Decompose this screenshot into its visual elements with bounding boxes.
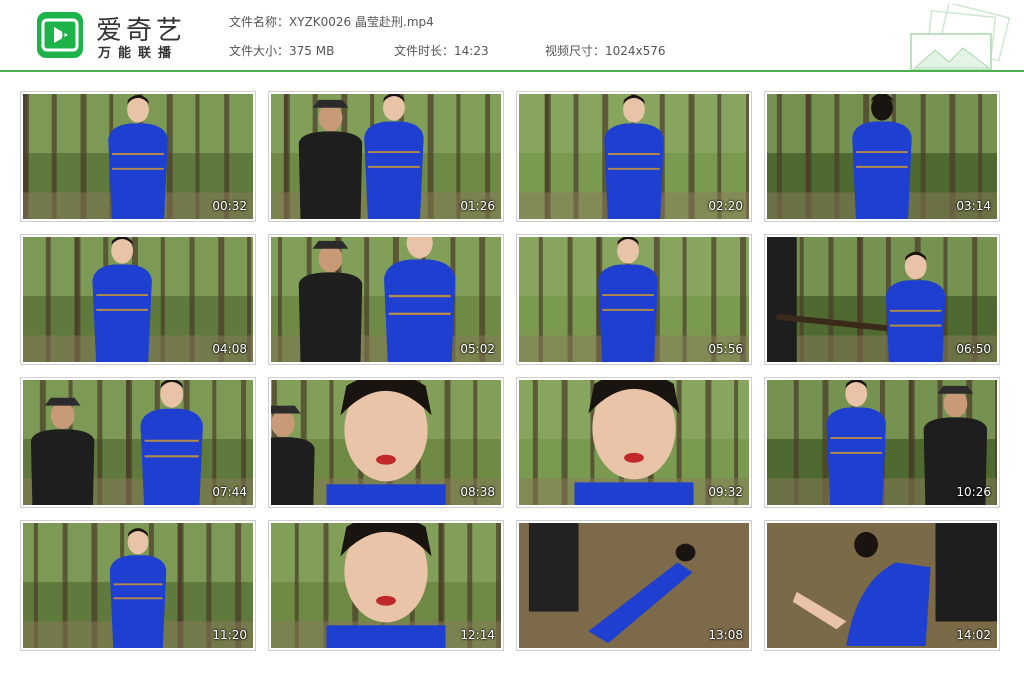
file-size-info: 文件大小：375 MB	[229, 42, 334, 59]
file-name-label: 文件名称：	[229, 15, 290, 29]
thumbnail-frame: 12:14	[271, 523, 501, 648]
timestamp-label: 02:20	[708, 199, 743, 213]
video-thumbnail[interactable]: 11:20	[20, 520, 256, 651]
video-thumbnail[interactable]: 10:26	[764, 377, 1000, 508]
header-divider	[0, 70, 1024, 72]
timestamp-label: 09:32	[708, 485, 743, 499]
video-thumbnail[interactable]: 06:50	[764, 234, 1000, 365]
video-thumbnail[interactable]: 05:56	[516, 234, 752, 365]
thumbnail-frame: 08:38	[271, 380, 501, 505]
timestamp-label: 05:56	[708, 342, 743, 356]
dimensions-info: 视频尺寸：1024x576	[545, 42, 666, 59]
dimensions-value: 1024x576	[605, 44, 666, 58]
video-thumbnail[interactable]: 00:32	[20, 91, 256, 222]
thumbnail-frame: 00:32	[23, 94, 253, 219]
video-thumbnail[interactable]: 08:38	[268, 377, 504, 508]
video-thumbnail[interactable]: 03:14	[764, 91, 1000, 222]
video-thumbnail[interactable]: 01:26	[268, 91, 504, 222]
thumbnail-frame: 06:50	[767, 237, 997, 362]
thumbnail-frame: 04:08	[23, 237, 253, 362]
timestamp-label: 10:26	[956, 485, 991, 499]
video-thumbnail[interactable]: 07:44	[20, 377, 256, 508]
thumbnail-frame: 10:26	[767, 380, 997, 505]
duration-info: 文件时长：14:23	[394, 42, 489, 59]
video-thumbnail[interactable]: 13:08	[516, 520, 752, 651]
duration-value: 14:23	[454, 44, 489, 58]
timestamp-label: 01:26	[460, 199, 495, 213]
timestamp-label: 04:08	[212, 342, 247, 356]
timestamp-label: 13:08	[708, 628, 743, 642]
video-thumbnail[interactable]: 04:08	[20, 234, 256, 365]
file-size-label: 文件大小：	[229, 44, 290, 58]
video-thumbnail[interactable]: 09:32	[516, 377, 752, 508]
dimensions-label: 视频尺寸：	[545, 44, 606, 58]
timestamp-label: 14:02	[956, 628, 991, 642]
timestamp-label: 03:14	[956, 199, 991, 213]
thumbnail-frame: 11:20	[23, 523, 253, 648]
app-logo-icon	[37, 12, 83, 58]
timestamp-label: 05:02	[460, 342, 495, 356]
timestamp-label: 07:44	[212, 485, 247, 499]
thumbnail-frame: 13:08	[519, 523, 749, 648]
timestamp-label: 00:32	[212, 199, 247, 213]
timestamp-label: 11:20	[212, 628, 247, 642]
video-thumbnail[interactable]: 05:02	[268, 234, 504, 365]
video-thumbnail[interactable]: 14:02	[764, 520, 1000, 651]
thumbnail-frame: 14:02	[767, 523, 997, 648]
video-thumbnail[interactable]: 02:20	[516, 91, 752, 222]
timestamp-label: 08:38	[460, 485, 495, 499]
thumbnail-frame: 03:14	[767, 94, 997, 219]
duration-label: 文件时长：	[394, 44, 455, 58]
timestamp-label: 06:50	[956, 342, 991, 356]
timestamp-label: 12:14	[460, 628, 495, 642]
header: 爱奇艺 万能联播 文件名称：XYZK0026 晶莹赴刑.mp4 文件大小：375…	[0, 0, 1024, 70]
file-size-value: 375 MB	[289, 44, 335, 58]
thumbnail-grid: 00:32 01:26 02:20 03:14 04:08 05:02 05:56 06:50…	[20, 91, 1004, 655]
thumbnail-frame: 05:56	[519, 237, 749, 362]
photo-stack-icon	[910, 4, 1011, 70]
thumbnail-frame: 09:32	[519, 380, 749, 505]
thumbnail-frame: 05:02	[271, 237, 501, 362]
thumbnail-frame: 01:26	[271, 94, 501, 219]
thumbnail-frame: 02:20	[519, 94, 749, 219]
brand-subtitle: 万能联播	[98, 46, 179, 61]
file-name-info: 文件名称：XYZK0026 晶莹赴刑.mp4	[229, 13, 434, 30]
thumbnail-frame: 07:44	[23, 380, 253, 505]
file-name-value: XYZK0026 晶莹赴刑.mp4	[289, 15, 434, 29]
video-thumbnail[interactable]: 12:14	[268, 520, 504, 651]
